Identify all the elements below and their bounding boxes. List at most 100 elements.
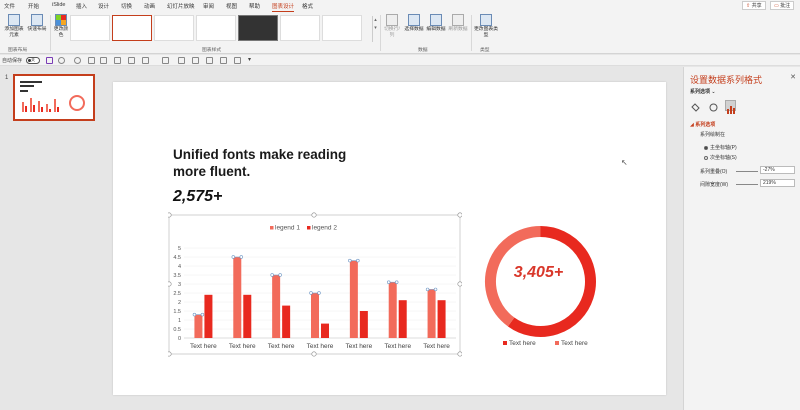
ribbon-divider — [50, 15, 51, 51]
select-data-button[interactable]: 选择数据 — [404, 14, 424, 33]
resize-handle — [457, 351, 462, 357]
section-series-options[interactable]: ◢ 系列选项 — [690, 121, 715, 128]
tab-insert[interactable]: 插入 — [76, 2, 87, 10]
chart-style-thumb[interactable] — [196, 15, 236, 41]
tab-slideshow[interactable]: 幻灯片放映 — [167, 2, 195, 10]
switch-row-column-button[interactable]: 切换行/列 — [382, 14, 402, 39]
qat-icon[interactable] — [114, 57, 121, 64]
bar — [311, 293, 319, 338]
resize-handle — [311, 351, 317, 357]
gap-width-input[interactable]: 219% — [760, 179, 795, 187]
bar — [233, 257, 242, 338]
chart-styles-gallery — [70, 15, 370, 45]
slide-thumbnail[interactable] — [13, 74, 95, 121]
share-button[interactable]: ⇧ 共享 — [742, 1, 766, 10]
y-tick-label: 0 — [178, 336, 181, 342]
chart-style-thumb[interactable] — [322, 15, 362, 41]
tab-animations[interactable]: 动画 — [144, 2, 155, 10]
edit-data-button[interactable]: 编辑数据 — [426, 14, 446, 33]
quick-layout-button[interactable]: 快速布局 — [27, 14, 47, 33]
menu-tabs: 文件 开始 iSlide 插入 设计 切换 动画 幻灯片放映 审阅 视图 帮助 … — [0, 0, 800, 12]
qat-icon[interactable] — [192, 57, 199, 64]
tab-format[interactable]: 格式 — [302, 2, 313, 10]
qat-icon[interactable] — [142, 57, 149, 64]
change-colors-button[interactable]: 更改颜色 — [53, 14, 69, 39]
qat-icon[interactable] — [178, 57, 185, 64]
add-chart-element-button[interactable]: 添加图表元素 — [3, 14, 25, 39]
close-icon[interactable]: ✕ — [790, 73, 796, 81]
qat-icon[interactable] — [162, 57, 169, 64]
resize-handle — [457, 281, 462, 287]
format-data-series-panel: 设置数据系列格式 ✕ 系列选项 ⌄ ◢ 系列选项 系列绘制在 主坐标轴(P) 次… — [683, 67, 800, 410]
gap-width-slider[interactable] — [736, 184, 758, 185]
add-chart-element-icon — [8, 14, 20, 26]
qat-icon[interactable] — [234, 57, 241, 64]
chart-style-thumb[interactable] — [154, 15, 194, 41]
redo-icon[interactable] — [74, 57, 81, 64]
bar-selection-handle — [387, 280, 391, 284]
bar-selection-handle — [239, 255, 243, 259]
tab-view[interactable]: 视图 — [226, 2, 237, 10]
gallery-scroll[interactable]: ▴ ▾ — [372, 16, 378, 42]
select-data-icon — [408, 14, 420, 26]
customize-qat-icon[interactable]: ▾ — [248, 56, 251, 63]
slide-stat[interactable]: 2,575+ — [173, 188, 222, 206]
qat-icon[interactable] — [88, 57, 95, 64]
slide-canvas[interactable]: Unified fonts make reading more fluent. … — [113, 82, 666, 395]
slide-thumbnail-pane: 1 — [0, 67, 100, 410]
y-tick-label: 1 — [178, 318, 181, 324]
radio-selected — [704, 145, 708, 150]
comment-button[interactable]: ▭ 批注 — [770, 1, 795, 10]
powerpoint-window: 文件 开始 iSlide 插入 设计 切换 动画 幻灯片放映 审阅 视图 帮助 … — [0, 0, 800, 410]
bar — [349, 260, 358, 338]
group-label-type: 类型 — [480, 48, 490, 53]
tab-chart-design[interactable]: 图表设计 — [272, 2, 295, 12]
undo-icon[interactable] — [58, 57, 65, 64]
tab-design[interactable]: 设计 — [98, 2, 109, 10]
overlap-slider[interactable] — [736, 171, 758, 172]
effects-icon[interactable] — [708, 100, 719, 112]
bar — [282, 305, 291, 338]
refresh-data-button[interactable]: 刷新数据 — [448, 14, 468, 33]
tab-home[interactable]: 开始 — [28, 2, 39, 10]
tab-review[interactable]: 审阅 — [203, 2, 214, 10]
group-label-data: 数据 — [418, 48, 428, 53]
chart-style-thumb[interactable] — [70, 15, 110, 41]
legend-swatch — [555, 341, 559, 346]
overlap-input[interactable]: -27% — [760, 166, 795, 174]
tab-help[interactable]: 帮助 — [249, 2, 260, 10]
series-options-icon[interactable] — [725, 100, 736, 114]
tab-transitions[interactable]: 切换 — [121, 2, 132, 10]
bar — [204, 294, 213, 338]
change-chart-type-button[interactable]: 更改图表类型 — [474, 14, 498, 39]
primary-axis-radio[interactable]: 主坐标轴(P) — [704, 144, 737, 151]
bar-selection-handle — [425, 287, 430, 292]
series-options-dropdown[interactable]: 系列选项 ⌄ — [690, 88, 716, 95]
bar-chart[interactable]: 0 0.5 1 1.5 2 2.5 3 3.5 4 4.5 5 legend 1 legend 2 Tex… — [168, 212, 462, 357]
slide-title[interactable]: Unified fonts make reading more fluent. — [173, 146, 373, 180]
x-tick-label: Text here — [423, 343, 450, 350]
gap-width-label: 间隙宽度(W) — [700, 182, 729, 188]
tab-file[interactable]: 文件 — [4, 2, 15, 10]
legend-label: legend 2 — [312, 225, 337, 232]
qat-icon[interactable] — [128, 57, 135, 64]
quick-layout-icon — [31, 14, 43, 26]
qat-icon[interactable] — [100, 57, 107, 64]
tab-islide[interactable]: iSlide — [52, 2, 65, 8]
qat-icon[interactable] — [220, 57, 227, 64]
fill-line-icon[interactable] — [690, 100, 701, 112]
chart-style-thumb[interactable] — [112, 15, 152, 41]
chart-style-thumb[interactable] — [280, 15, 320, 41]
y-tick-label: 3.5 — [173, 273, 181, 279]
resize-handle — [168, 281, 172, 287]
bar — [243, 294, 252, 338]
save-icon[interactable] — [46, 57, 53, 64]
chart-style-thumb[interactable] — [238, 15, 278, 41]
secondary-axis-radio[interactable]: 次坐标轴(S) — [704, 154, 737, 161]
chevron-down-icon: ▾ — [374, 25, 377, 31]
autosave-label: 自动保存 — [2, 58, 23, 64]
qat-icon[interactable] — [206, 57, 213, 64]
quick-access-toolbar: 自动保存 关 ▾ — [0, 55, 800, 66]
bar — [437, 300, 446, 338]
bar — [194, 314, 203, 338]
